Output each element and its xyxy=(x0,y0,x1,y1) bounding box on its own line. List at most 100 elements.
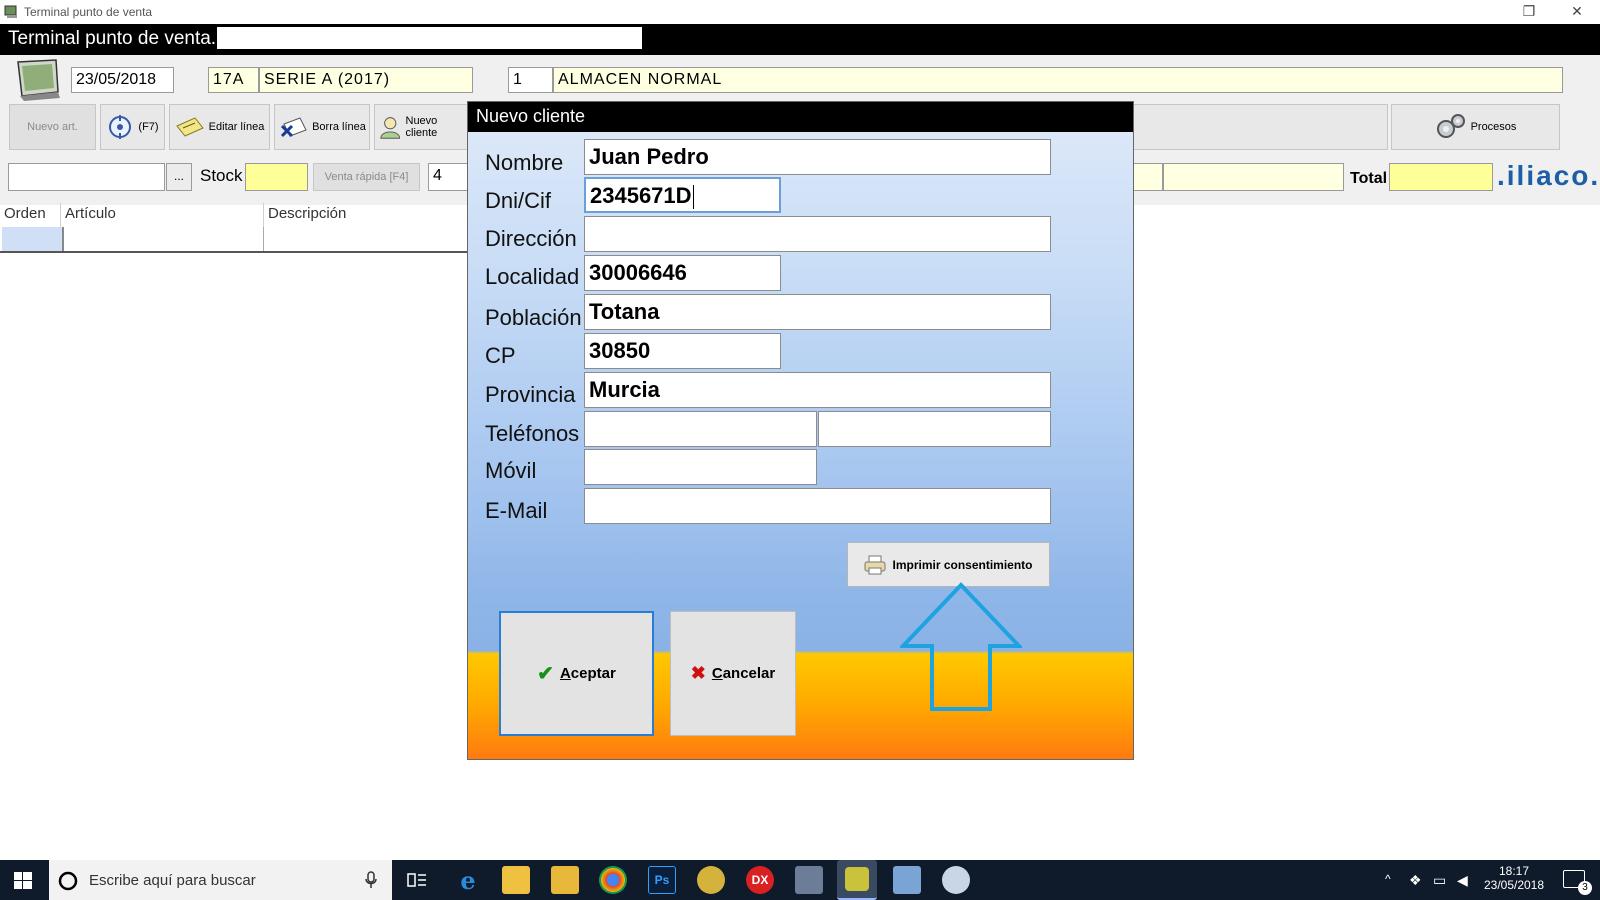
date-field[interactable]: 23/05/2018 xyxy=(71,67,174,93)
cortana-icon xyxy=(58,871,78,891)
provincia-field[interactable]: Murcia xyxy=(584,372,1051,408)
article-search-input[interactable] xyxy=(8,163,165,191)
dx-icon[interactable]: DX xyxy=(746,866,774,894)
procesos-button[interactable]: Procesos xyxy=(1391,104,1560,150)
label-telefonos: Teléfonos xyxy=(485,421,580,446)
cross-icon: ✖ xyxy=(690,663,706,683)
dialog-title: Nuevo cliente xyxy=(468,102,1133,132)
label-provincia: Provincia xyxy=(485,382,576,407)
localidad-field[interactable]: 30006646 xyxy=(584,255,781,291)
label-cp: CP xyxy=(485,343,516,368)
almacen-name-field: ALMACEN NORMAL xyxy=(553,67,1563,93)
column-articulo[interactable]: Artículo xyxy=(61,203,264,227)
nuevo-articulo-label: Nuevo art. xyxy=(27,121,78,133)
nuevo-articulo-button[interactable]: Nuevo art. xyxy=(9,104,96,150)
nombre-field[interactable]: Juan Pedro xyxy=(584,139,1051,175)
printer-icon xyxy=(864,555,886,574)
dropbox-icon[interactable]: ❖ xyxy=(1409,872,1422,900)
nuevo-cliente-button[interactable]: Nuevo cliente xyxy=(374,104,469,150)
task-view-icon[interactable] xyxy=(407,872,427,888)
borra-linea-label: Borra línea xyxy=(312,121,366,133)
microphone-icon[interactable] xyxy=(365,871,377,889)
clock-time: 18:17 xyxy=(1498,864,1530,878)
stock-label: Stock xyxy=(200,166,243,185)
cancelar-hotkey: C xyxy=(711,665,723,682)
app-network-icon[interactable] xyxy=(795,866,823,894)
check-icon: ✔ xyxy=(537,663,554,685)
close-button[interactable]: ✕ xyxy=(1554,0,1600,24)
paint-icon[interactable] xyxy=(942,866,970,894)
cp-field[interactable]: 30850 xyxy=(584,333,781,369)
table-row[interactable] xyxy=(0,227,474,253)
label-poblacion: Población xyxy=(485,305,582,330)
venta-rapida-button[interactable]: Venta rápida [F4] xyxy=(313,163,420,191)
app-header: Terminal punto de venta. xyxy=(0,24,1600,55)
f7-label: (F7) xyxy=(138,121,159,133)
label-localidad: Localidad xyxy=(485,264,580,289)
movil-field[interactable] xyxy=(584,449,817,485)
target-icon xyxy=(109,115,132,139)
serie-code-field[interactable]: 17A xyxy=(208,67,259,93)
delete-line-icon xyxy=(281,117,307,138)
label-email: E-Mail xyxy=(485,498,548,523)
borra-linea-button[interactable]: Borra línea xyxy=(274,104,370,150)
photoshop-icon[interactable]: Ps xyxy=(648,866,676,894)
edit-note-icon xyxy=(175,117,204,137)
almacen-code-field[interactable]: 1 xyxy=(508,67,553,93)
cancelar-button[interactable]: ✖ Cancelar xyxy=(670,611,796,736)
user-icon xyxy=(380,117,401,139)
total-label: Total xyxy=(1350,170,1388,187)
terminal-app-active-icon[interactable] xyxy=(837,860,877,900)
chrome-icon[interactable] xyxy=(599,866,627,894)
header-input[interactable] xyxy=(217,27,642,49)
app-icon xyxy=(4,5,17,18)
selected-cell[interactable] xyxy=(2,227,62,251)
editar-linea-label: Editar línea xyxy=(208,121,265,133)
taskbar-search-placeholder: Escribe aquí para buscar xyxy=(89,872,256,889)
aceptar-label-rest: ceptar xyxy=(570,665,616,682)
label-direccion: Dirección xyxy=(485,226,577,251)
ellipsis-button[interactable]: ... xyxy=(166,163,192,191)
poblacion-field[interactable]: Totana xyxy=(584,294,1051,330)
clock-date: 23/05/2018 xyxy=(1483,878,1545,892)
f7-button[interactable]: (F7) xyxy=(100,104,165,150)
taskbar: Escribe aquí para buscar e Ps DX ^ ❖ ▭ ◀… xyxy=(0,860,1600,900)
mail-icon[interactable] xyxy=(502,866,530,894)
imprimir-consentimiento-label: Imprimir consentimiento xyxy=(892,557,1033,572)
cell-divider xyxy=(263,227,264,251)
volume-icon[interactable]: ◀ xyxy=(1457,872,1468,900)
summary-field-b xyxy=(1163,163,1344,191)
email-field[interactable] xyxy=(584,488,1051,524)
telefono2-field[interactable] xyxy=(818,411,1051,447)
direccion-field[interactable] xyxy=(584,216,1051,252)
file-explorer-icon[interactable] xyxy=(551,866,579,894)
notification-count: 3 xyxy=(1578,881,1592,895)
column-descripcion[interactable]: Descripción xyxy=(264,203,474,227)
imprimir-consentimiento-button[interactable]: Imprimir consentimiento xyxy=(847,542,1050,587)
chevron-up-icon[interactable]: ^ xyxy=(1385,872,1391,900)
monitor-icon[interactable] xyxy=(12,58,62,102)
notification-center-icon[interactable]: 3 xyxy=(1563,870,1592,895)
windows-start-icon[interactable] xyxy=(14,872,32,889)
photos-icon[interactable] xyxy=(893,866,921,894)
app-header-label: Terminal punto de venta. xyxy=(8,28,217,49)
restore-button[interactable]: ❐ xyxy=(1506,0,1552,24)
dni-field[interactable]: 2345671D xyxy=(584,177,781,213)
column-orden[interactable]: Orden xyxy=(0,203,61,227)
clock[interactable]: 18:17 23/05/2018 xyxy=(1478,860,1550,900)
telefono1-field[interactable] xyxy=(584,411,817,447)
taskbar-search[interactable]: Escribe aquí para buscar xyxy=(49,860,392,900)
network-icon[interactable]: ▭ xyxy=(1433,872,1446,900)
total-field xyxy=(1389,163,1493,191)
nuevo-cliente-label: Nuevo cliente xyxy=(405,115,438,139)
app-globe-icon[interactable] xyxy=(697,866,725,894)
window-titlebar: Terminal punto de venta ❐ ✕ xyxy=(0,0,1600,24)
label-dni: Dni/Cif xyxy=(485,188,552,213)
up-arrow-annotation-icon xyxy=(900,582,1022,711)
stock-field xyxy=(245,163,308,191)
aceptar-button[interactable]: ✔ Aceptar xyxy=(499,611,654,736)
quantity-field[interactable]: 4 xyxy=(428,163,468,191)
editar-linea-button[interactable]: Editar línea xyxy=(169,104,270,150)
venta-rapida-label: Venta rápida [F4] xyxy=(324,171,409,183)
edge-icon[interactable]: e xyxy=(454,866,482,895)
